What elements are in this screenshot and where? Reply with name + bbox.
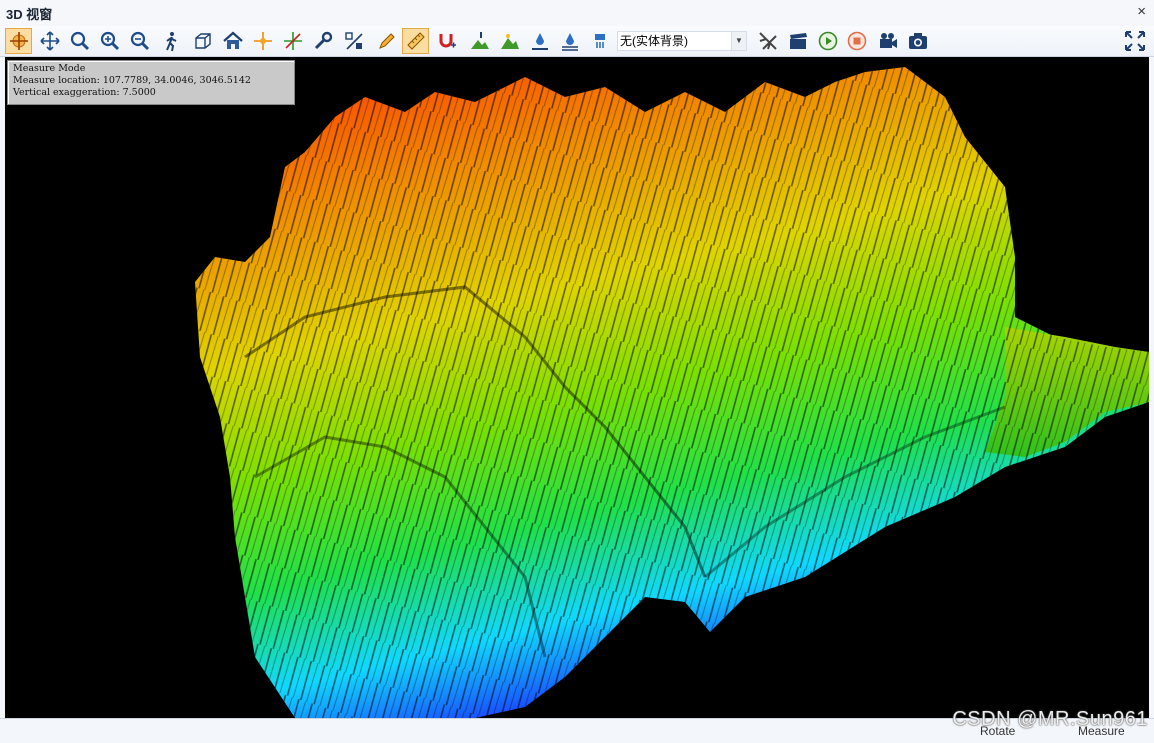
zoom-button[interactable] [66, 28, 93, 54]
window-title: 3D 视窗 [6, 6, 53, 22]
measure-location-text: Measure location: 107.7789, 34.0046, 304… [13, 75, 251, 86]
pan-button[interactable] [36, 28, 63, 54]
box-icon [194, 33, 211, 49]
background-select[interactable]: 无(实体背景) ▼ [617, 31, 747, 51]
home-icon [222, 31, 243, 49]
zoom-out-button[interactable] [126, 28, 153, 54]
play-button[interactable] [814, 28, 841, 54]
terrain-add-icon [500, 34, 519, 49]
home-button[interactable] [219, 28, 246, 54]
measure-pan-button[interactable] [5, 28, 32, 54]
toolbar: 无(实体背景) ▼ [0, 26, 1154, 57]
camera-video-icon [879, 33, 897, 48]
target-icon [253, 32, 272, 50]
pencil-icon [378, 33, 395, 49]
background-select-value: 无(实体背景) [620, 34, 688, 48]
record-video-button[interactable] [874, 28, 901, 54]
wrench-button[interactable] [309, 28, 336, 54]
target-button[interactable] [249, 28, 276, 54]
drop-down-icon [561, 33, 578, 51]
zoom-in-icon [100, 31, 119, 51]
terrain-point-button[interactable] [466, 28, 493, 54]
clapper-button[interactable] [784, 28, 811, 54]
percent-icon [344, 32, 363, 50]
magnet-button[interactable] [433, 28, 460, 54]
water-button[interactable] [586, 28, 613, 54]
vertical-exaggeration-text: Vertical exaggeration: 7.5000 [13, 87, 156, 98]
snapshot-button[interactable] [904, 28, 931, 54]
crosshair-icon [283, 32, 302, 50]
walk-button[interactable] [157, 28, 184, 54]
walk-icon [165, 32, 176, 52]
stop-button[interactable] [843, 28, 870, 54]
terrain-point-icon [470, 32, 489, 49]
ruler-icon [406, 32, 425, 50]
measure-mode-label: Measure Mode [13, 63, 86, 74]
title-bar: 3D 视窗 × [0, 0, 1154, 27]
clapper-icon [789, 33, 807, 49]
measure-button[interactable] [402, 28, 429, 54]
play-icon [818, 31, 837, 51]
fly-button[interactable] [754, 28, 781, 54]
measure-pan-icon [9, 32, 28, 50]
pan-icon [39, 31, 60, 51]
plane-icon [758, 32, 777, 50]
water-icon [594, 34, 605, 48]
chevron-down-icon[interactable]: ▼ [731, 32, 746, 50]
measure-info-panel: Measure Mode Measure location: 107.7789,… [7, 60, 295, 105]
zoom-out-icon [130, 31, 149, 51]
wrench-icon [314, 31, 332, 50]
crosshair-button[interactable] [279, 28, 306, 54]
magnet-icon [439, 34, 456, 48]
watermark: CSDN @MR.Sun961 [952, 708, 1148, 730]
zoom-icon [70, 31, 89, 51]
pencil-button[interactable] [373, 28, 400, 54]
drop-icon [531, 33, 548, 50]
drop-down-button[interactable] [556, 28, 583, 54]
fullscreen-icon [1124, 31, 1145, 51]
close-icon[interactable]: × [1137, 3, 1146, 20]
camera-icon [908, 33, 927, 49]
percent-button[interactable] [340, 28, 367, 54]
drop-button[interactable] [526, 28, 553, 54]
terrain-render [195, 67, 1149, 718]
zoom-in-button[interactable] [96, 28, 123, 54]
terrain-add-button[interactable] [496, 28, 523, 54]
stop-icon [847, 31, 866, 51]
box-button[interactable] [189, 28, 216, 54]
fullscreen-button[interactable] [1121, 28, 1148, 54]
3d-viewport[interactable]: Measure Mode Measure location: 107.7789,… [5, 57, 1149, 718]
